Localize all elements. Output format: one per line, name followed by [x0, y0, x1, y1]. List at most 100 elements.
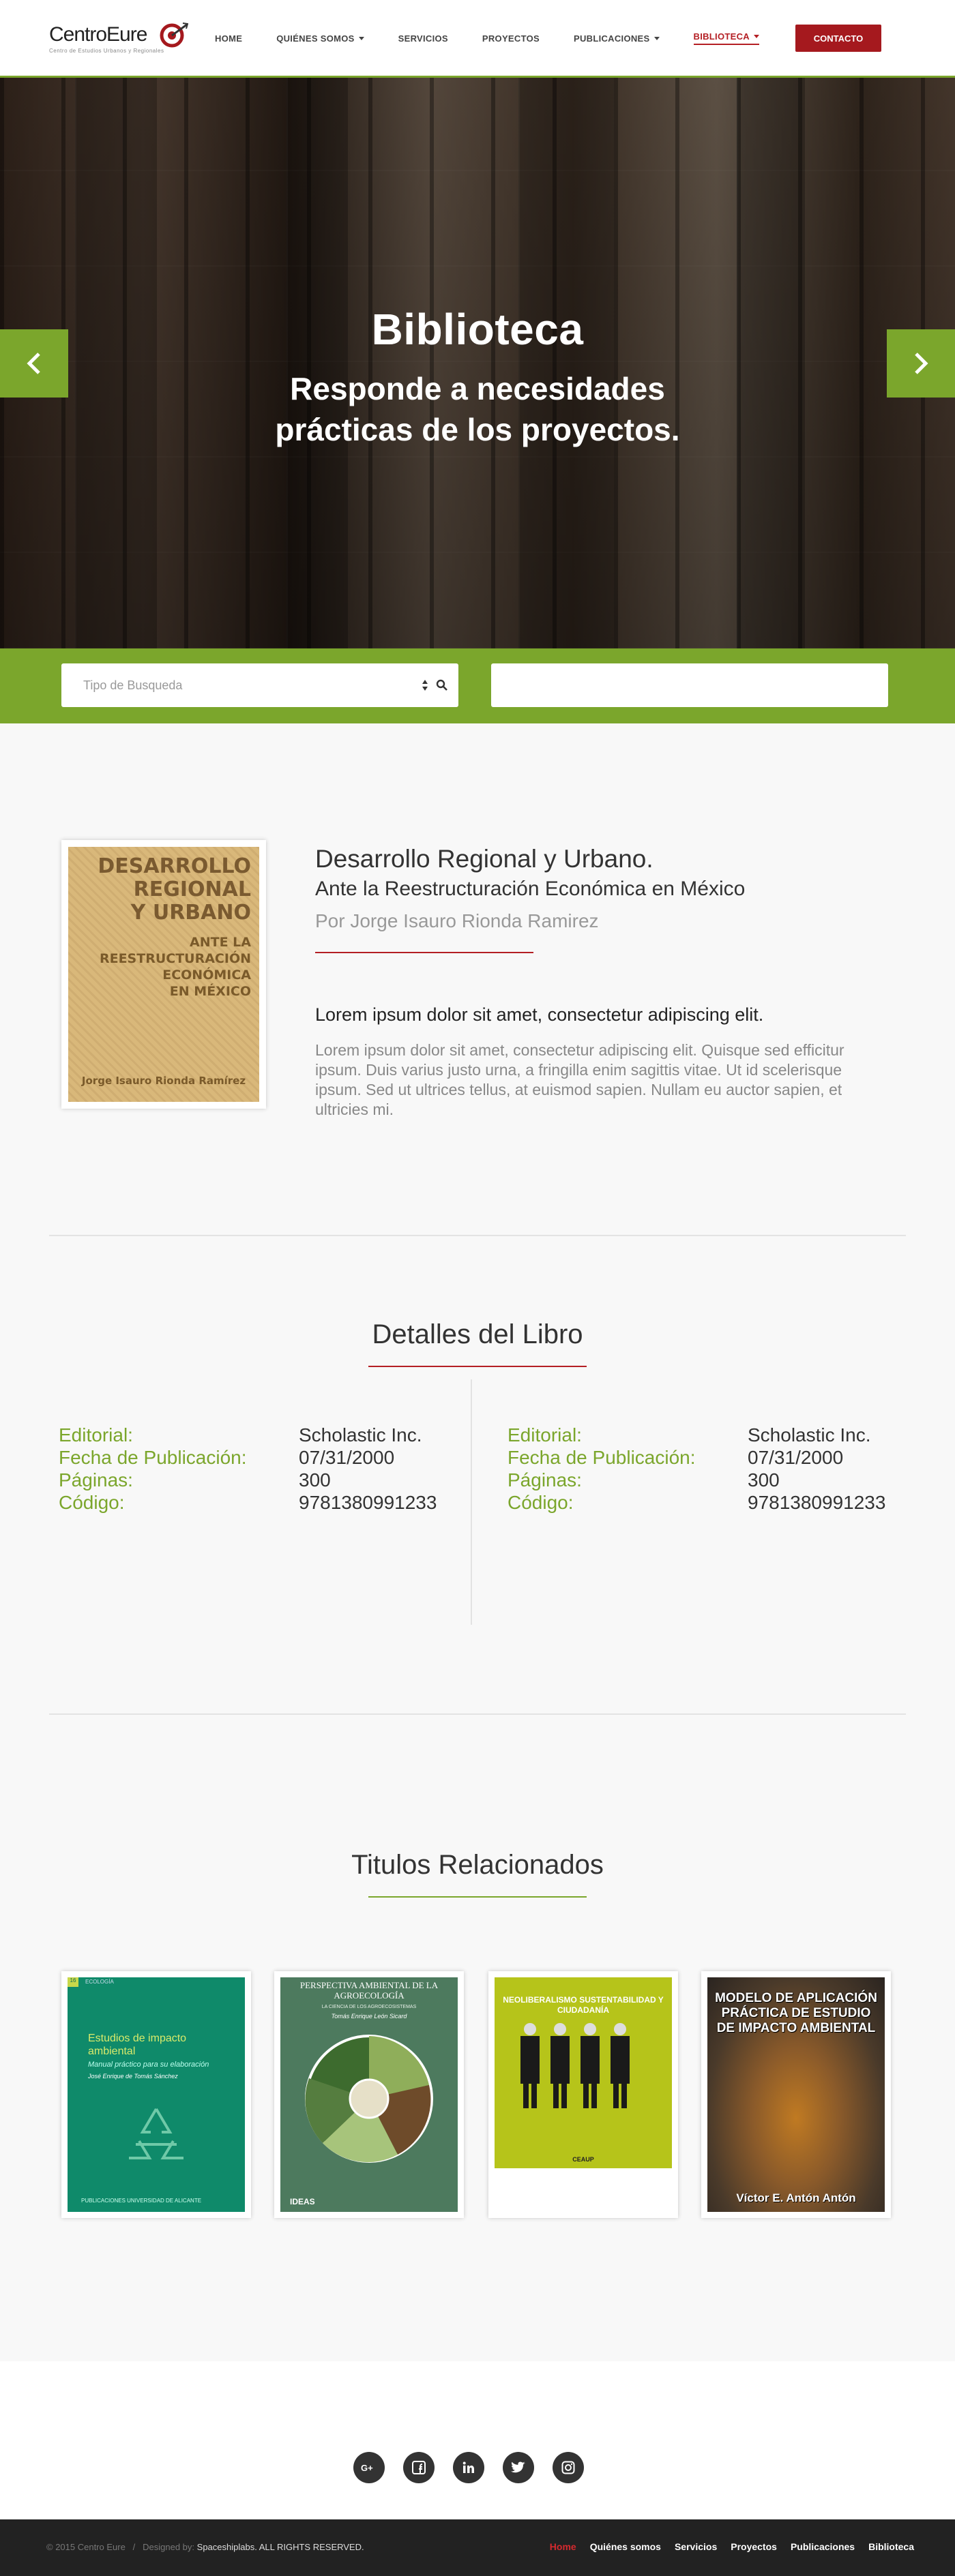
prev-slide-button[interactable] [0, 329, 68, 398]
related-titles-section: Titulos Relacionados 16 ECOLOGÍA Estudio… [0, 1715, 955, 2361]
google-plus-glyph: G+ [361, 2463, 373, 2473]
book-detail: DESARROLLO REGIONAL Y URBANO ANTE LA REE… [0, 723, 955, 1235]
detail-row: Editorial: Scholastic Inc. [508, 1424, 885, 1446]
search-input[interactable] [491, 663, 888, 707]
detail-value: Scholastic Inc. [748, 1424, 871, 1446]
footer-link-publicaciones[interactable]: Publicaciones [791, 2541, 855, 2552]
related-book-cover: MODELO DE APLICACIÓN PRÁCTICA DE ESTUDIO… [707, 1977, 885, 2212]
social-footer: G+ [0, 2361, 955, 2519]
google-plus-icon[interactable]: G+ [353, 2452, 385, 2483]
copyright: © 2015 Centro Eure / Designed by: Spaces… [46, 2542, 364, 2552]
related-book-publisher: PUBLICACIONES UNIVERSIDAD DE ALICANTE [81, 2198, 202, 2204]
related-book-publisher: IDEAS [290, 2197, 315, 2206]
detail-row: Fecha de Publicación: 07/31/2000 [508, 1446, 885, 1469]
menu-item-quienes-somos[interactable]: QUIÉNES SOMOS [276, 31, 364, 45]
detail-value: 07/31/2000 [748, 1447, 844, 1468]
book-subtitle: Ante la Reestructuración Económica en Mé… [315, 878, 746, 900]
detail-label: Páginas: [59, 1469, 133, 1491]
detail-value: Scholastic Inc. [299, 1424, 422, 1446]
book-description: Lorem ipsum dolor sit amet, consectetur … [315, 1041, 844, 1118]
logo[interactable]: CentroEure Centro de Estudios Urbanos y … [49, 23, 188, 54]
related-book-card[interactable]: NEOLIBERALISMO SUSTENTABILIDAD Y CIUDADA… [488, 1971, 678, 2218]
footer-link-home[interactable]: Home [550, 2541, 576, 2552]
related-book-card[interactable]: MODELO DE APLICACIÓN PRÁCTICA DE ESTUDIO… [701, 1971, 891, 2218]
detail-row: Código: 9781380991233 [508, 1491, 885, 1514]
footer-link-quienes-somos[interactable]: Quiénes somos [590, 2541, 661, 2552]
hero-subtitle-line: Responde a necesidades [290, 371, 665, 406]
menu-item-home[interactable]: HOME [215, 31, 242, 45]
detail-label: Editorial: [59, 1424, 133, 1446]
detail-value: 07/31/2000 [299, 1447, 395, 1468]
search-bar: Tipo de Busqueda [0, 648, 955, 723]
related-book-cover: NEOLIBERALISMO SUSTENTABILIDAD Y CIUDADA… [495, 1977, 672, 2212]
next-slide-button[interactable] [887, 329, 955, 398]
footer-nav: Home Quiénes somos Servicios Proyectos P… [536, 2541, 914, 2552]
menu-label: SERVICIOS [398, 33, 448, 44]
people-figures-image [520, 2023, 630, 2108]
hero-banner: Biblioteca Responde a necesidades prácti… [0, 78, 955, 648]
book-title: Desarrollo Regional y Urbano. [315, 845, 653, 873]
related-book-title: MODELO DE APLICACIÓN PRÁCTICA DE ESTUDIO… [715, 1991, 877, 2035]
detail-row: Fecha de Publicación: 07/31/2000 [59, 1446, 437, 1469]
cover-title: DESARROLLO REGIONAL Y URBANO [76, 855, 251, 925]
logo-tagline: Centro de Estudios Urbanos y Regionales [49, 48, 164, 54]
related-book-cover: 16 ECOLOGÍA Estudios de impacto ambienta… [68, 1977, 245, 2212]
related-book-card[interactable]: PERSPECTIVA AMBIENTAL DE LA AGROECOLOGÍA… [274, 1971, 464, 2218]
detail-label: Fecha de Publicación: [508, 1447, 696, 1468]
designer-link[interactable]: Spaceshiplabs [197, 2542, 255, 2552]
series-number: 16 [68, 1977, 78, 1987]
cover-line: DESARROLLO [98, 854, 251, 878]
related-book-publisher: CEAUP [572, 2156, 594, 2163]
detail-row: Editorial: Scholastic Inc. [59, 1424, 437, 1446]
detail-value: 9781380991233 [748, 1492, 886, 1513]
cover-line: ECONÓMICA [162, 968, 251, 983]
hero-subtitle: Responde a necesidades prácticas de los … [0, 368, 955, 450]
caret-down-icon [653, 36, 660, 40]
details-column-left: Editorial: Scholastic Inc. Fecha de Publi… [59, 1424, 437, 1514]
menu-item-proyectos[interactable]: PROYECTOS [482, 31, 540, 45]
book-cover-image: DESARROLLO REGIONAL Y URBANO ANTE LA REE… [68, 847, 259, 1102]
menu-label: HOME [215, 33, 243, 44]
logo-text: CentroEure [49, 23, 147, 46]
detail-row: Páginas: 300 [508, 1469, 885, 1491]
related-book-card[interactable]: 16 ECOLOGÍA Estudios de impacto ambienta… [61, 1971, 251, 2218]
recycle-icon [129, 2108, 183, 2159]
menu-label: QUIÉNES SOMOS [276, 33, 355, 44]
hero-title: Biblioteca [371, 305, 584, 354]
copyright-text: © 2015 Centro Eure [46, 2542, 126, 2552]
related-book-title: PERSPECTIVA AMBIENTAL DE LA AGROECOLOGÍA [299, 1980, 439, 2001]
details-column-right: Editorial: Scholastic Inc. Fecha de Publi… [508, 1424, 885, 1514]
linkedin-glyph [462, 2461, 474, 2473]
detail-value: 300 [299, 1469, 331, 1491]
menu-item-publicaciones[interactable]: PUBLICACIONES [574, 31, 660, 45]
linkedin-icon[interactable] [453, 2452, 484, 2483]
twitter-icon[interactable] [503, 2452, 534, 2483]
facebook-icon[interactable] [403, 2452, 435, 2483]
instagram-icon[interactable] [553, 2452, 584, 2483]
main-menu: HOME QUIÉNES SOMOS SERVICIOS PROYECTOS P… [215, 31, 793, 45]
footer-link-servicios[interactable]: Servicios [675, 2541, 717, 2552]
twitter-glyph [511, 2461, 525, 2473]
menu-label: PROYECTOS [482, 33, 540, 44]
book-author: Por Jorge Isauro Rionda Ramirez [315, 910, 599, 931]
rights-text: . ALL RIGHTS RESERVED. [254, 2542, 364, 2552]
menu-item-biblioteca[interactable]: BIBLIOTECA [693, 31, 759, 45]
column-divider [471, 1379, 472, 1625]
cover-author: Jorge Isauro Rionda Ramírez [81, 1075, 246, 1087]
detail-label: Código: [59, 1492, 125, 1513]
search-type-placeholder: Tipo de Busqueda [83, 678, 183, 692]
search-type-select[interactable]: Tipo de Busqueda [61, 663, 458, 707]
contact-button[interactable]: CONTACTO [795, 25, 881, 52]
related-book-cover: PERSPECTIVA AMBIENTAL DE LA AGROECOLOGÍA… [280, 1977, 458, 2212]
svg-text:G+: G+ [361, 2463, 373, 2473]
footer-link-biblioteca[interactable]: Biblioteca [868, 2541, 914, 2552]
book-lead: Lorem ipsum dolor sit amet, consectetur … [315, 1004, 764, 1025]
detail-label: Editorial: [508, 1424, 582, 1446]
caret-down-icon [753, 35, 759, 38]
menu-item-servicios[interactable]: SERVICIOS [398, 31, 448, 45]
search-icon[interactable] [435, 678, 449, 692]
title-underline [368, 1366, 587, 1367]
title-underline [315, 952, 533, 953]
book-details-section: Detalles del Libro Editorial: Scholastic … [0, 1236, 955, 1713]
footer-link-proyectos[interactable]: Proyectos [731, 2541, 777, 2552]
